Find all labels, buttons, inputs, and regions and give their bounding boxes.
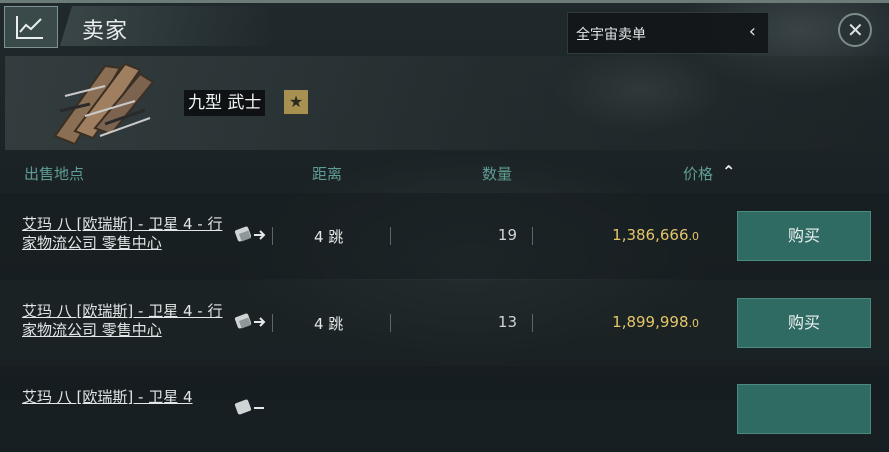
column-divider (390, 314, 391, 332)
close-icon: ✕ (847, 18, 864, 42)
column-divider (390, 227, 391, 245)
close-button[interactable]: ✕ (838, 13, 872, 47)
distance-value: 4 跳 (314, 315, 344, 333)
route-icon[interactable] (234, 311, 266, 333)
price-decimal: .0 (688, 317, 700, 330)
item-name: 九型 武士 (184, 90, 266, 116)
price-value: 1,386,666.0 (612, 226, 699, 244)
buy-button[interactable]: 购买 (737, 298, 871, 348)
price-value: 1,899,998.0 (612, 313, 699, 331)
column-divider (532, 227, 533, 245)
price-decimal: .0 (688, 230, 700, 243)
table-row[interactable]: 艾玛 八 [欧瑞斯] - 卫星 4 (0, 366, 889, 452)
column-divider (272, 314, 273, 332)
order-scope-value: 全宇宙卖单 (576, 27, 646, 43)
route-icon[interactable] (234, 397, 266, 419)
item-banner (5, 56, 889, 150)
star-icon: ★ (284, 90, 308, 114)
market-history-icon[interactable] (4, 6, 58, 48)
quantity-value: 19 (497, 226, 517, 244)
table-row[interactable]: 艾玛 八 [欧瑞斯] - 卫星 4 - 行家物流公司 零售中心 4 跳 13 1… (0, 280, 889, 366)
price-integer: 1,899,998 (612, 313, 689, 331)
order-scope-dropdown[interactable]: 全宇宙卖单 ‹ (567, 12, 769, 54)
column-header-distance[interactable]: 距离 (312, 163, 342, 184)
column-divider (272, 227, 273, 245)
quantity-value: 13 (497, 313, 517, 331)
column-header-quantity[interactable]: 数量 (482, 163, 512, 184)
table-row[interactable]: 艾玛 八 [欧瑞斯] - 卫星 4 - 行家物流公司 零售中心 4 跳 19 1… (0, 193, 889, 279)
sort-ascending-icon[interactable]: ⌃ (722, 162, 735, 181)
ship-thumbnail[interactable] (45, 56, 165, 150)
column-header-location[interactable]: 出售地点 (24, 163, 84, 184)
column-divider (532, 314, 533, 332)
price-integer: 1,386,666 (612, 226, 689, 244)
column-header-price[interactable]: 价格 (683, 163, 713, 184)
distance-value: 4 跳 (314, 228, 344, 246)
buy-button[interactable] (737, 384, 871, 434)
sell-location-link[interactable]: 艾玛 八 [欧瑞斯] - 卫星 4 - 行家物流公司 零售中心 (22, 302, 232, 340)
page-title: 卖家 (82, 19, 129, 44)
route-icon[interactable] (234, 224, 266, 246)
sell-location-link[interactable]: 艾玛 八 [欧瑞斯] - 卫星 4 - 行家物流公司 零售中心 (22, 215, 232, 253)
buy-button[interactable]: 购买 (737, 211, 871, 261)
header: 卖家 全宇宙卖单 ‹ ✕ (0, 3, 889, 54)
sell-location-link[interactable]: 艾玛 八 [欧瑞斯] - 卫星 4 (22, 388, 232, 407)
chevron-left-icon: ‹ (748, 21, 756, 42)
